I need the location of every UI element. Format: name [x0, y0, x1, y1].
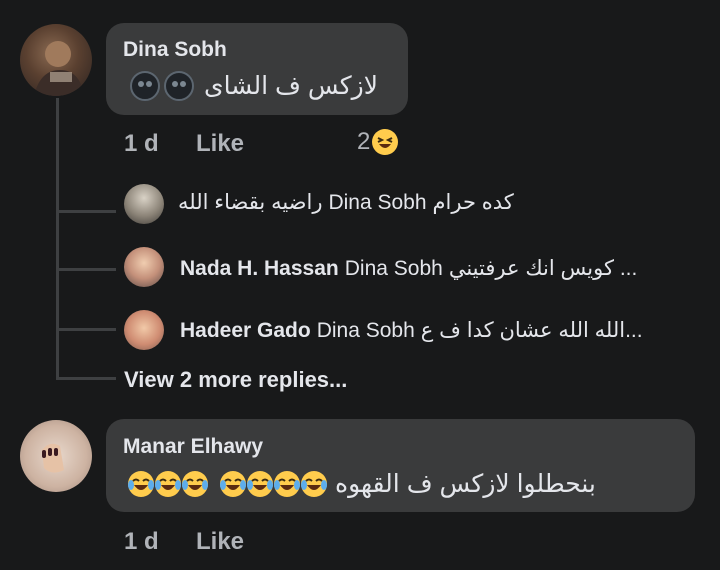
- avatar-hadeer-gado[interactable]: [124, 310, 164, 350]
- thread-branch-2: [56, 268, 116, 271]
- reply-author[interactable]: Nada H. Hassan: [180, 257, 339, 281]
- reply-2[interactable]: Nada H. Hassan Dina Sobh ... كويس انك عر…: [180, 256, 637, 281]
- avatar-manar-elhawy[interactable]: [20, 420, 92, 492]
- avatar-image: [42, 443, 64, 473]
- reply-1[interactable]: راضيه بقضاء الله Dina Sobh كده حرام: [178, 190, 514, 215]
- thread-branch-4: [56, 377, 116, 380]
- comment-timestamp[interactable]: 1 d: [124, 528, 159, 556]
- tears-of-joy-icon: [182, 471, 208, 497]
- thread-line: [56, 98, 59, 380]
- laughing-face-icon: [372, 129, 399, 155]
- tears-of-joy-emoji-group: [128, 471, 327, 497]
- reply-text-before: راضيه بقضاء الله: [178, 191, 323, 214]
- view-more-replies-link[interactable]: View 2 more replies...: [124, 367, 347, 393]
- comment-author[interactable]: Dina Sobh: [123, 38, 227, 62]
- reply-text-after: كده حرام: [432, 191, 514, 214]
- thread-branch-3: [56, 328, 116, 331]
- reaction-count: 2: [357, 128, 371, 155]
- comment-text-row: لازكس ف الشاى: [130, 71, 378, 101]
- comment-text: لازكس ف الشاى: [204, 72, 378, 100]
- new-moon-face-icon: [164, 71, 194, 101]
- comment-text: بنحطلوا لازكس ف القهوه: [335, 470, 596, 498]
- reply-mention[interactable]: Dina Sobh: [345, 257, 443, 281]
- tears-of-joy-icon: [247, 471, 273, 497]
- reply-mention[interactable]: Dina Sobh: [328, 191, 426, 215]
- reply-mention[interactable]: Dina Sobh: [317, 319, 415, 343]
- comment-author[interactable]: Manar Elhawy: [123, 435, 263, 459]
- tears-of-joy-icon: [128, 471, 154, 497]
- tears-of-joy-icon: [220, 471, 246, 497]
- like-button[interactable]: Like: [196, 130, 244, 158]
- reaction-summary[interactable]: 2: [357, 128, 399, 156]
- comment-bubble-1[interactable]: Dina Sobh لازكس ف الشاى: [106, 23, 408, 115]
- avatar-image: [34, 41, 84, 96]
- reply-text: ...الله الله عشان كدا ف ع: [420, 319, 643, 342]
- avatar-reply-1[interactable]: [124, 184, 164, 224]
- reply-3[interactable]: Hadeer Gado Dina Sobh ...الله الله عشان …: [180, 318, 643, 343]
- tears-of-joy-icon: [155, 471, 181, 497]
- comment-bubble-2[interactable]: Manar Elhawy بنحطلوا لازكس ف القهوه: [106, 419, 695, 512]
- reply-author[interactable]: Hadeer Gado: [180, 319, 311, 343]
- tears-of-joy-icon: [274, 471, 300, 497]
- thread-branch-1: [56, 210, 116, 213]
- like-button[interactable]: Like: [196, 528, 244, 556]
- avatar-dina-sobh[interactable]: [20, 24, 92, 96]
- reply-text: ... كويس انك عرفتيني: [448, 257, 638, 280]
- new-moon-face-icon: [130, 71, 160, 101]
- comment-timestamp[interactable]: 1 d: [124, 130, 159, 158]
- avatar-nada-hassan[interactable]: [124, 247, 164, 287]
- comment-text-row: بنحطلوا لازكس ف القهوه: [128, 469, 596, 499]
- tears-of-joy-icon: [301, 471, 327, 497]
